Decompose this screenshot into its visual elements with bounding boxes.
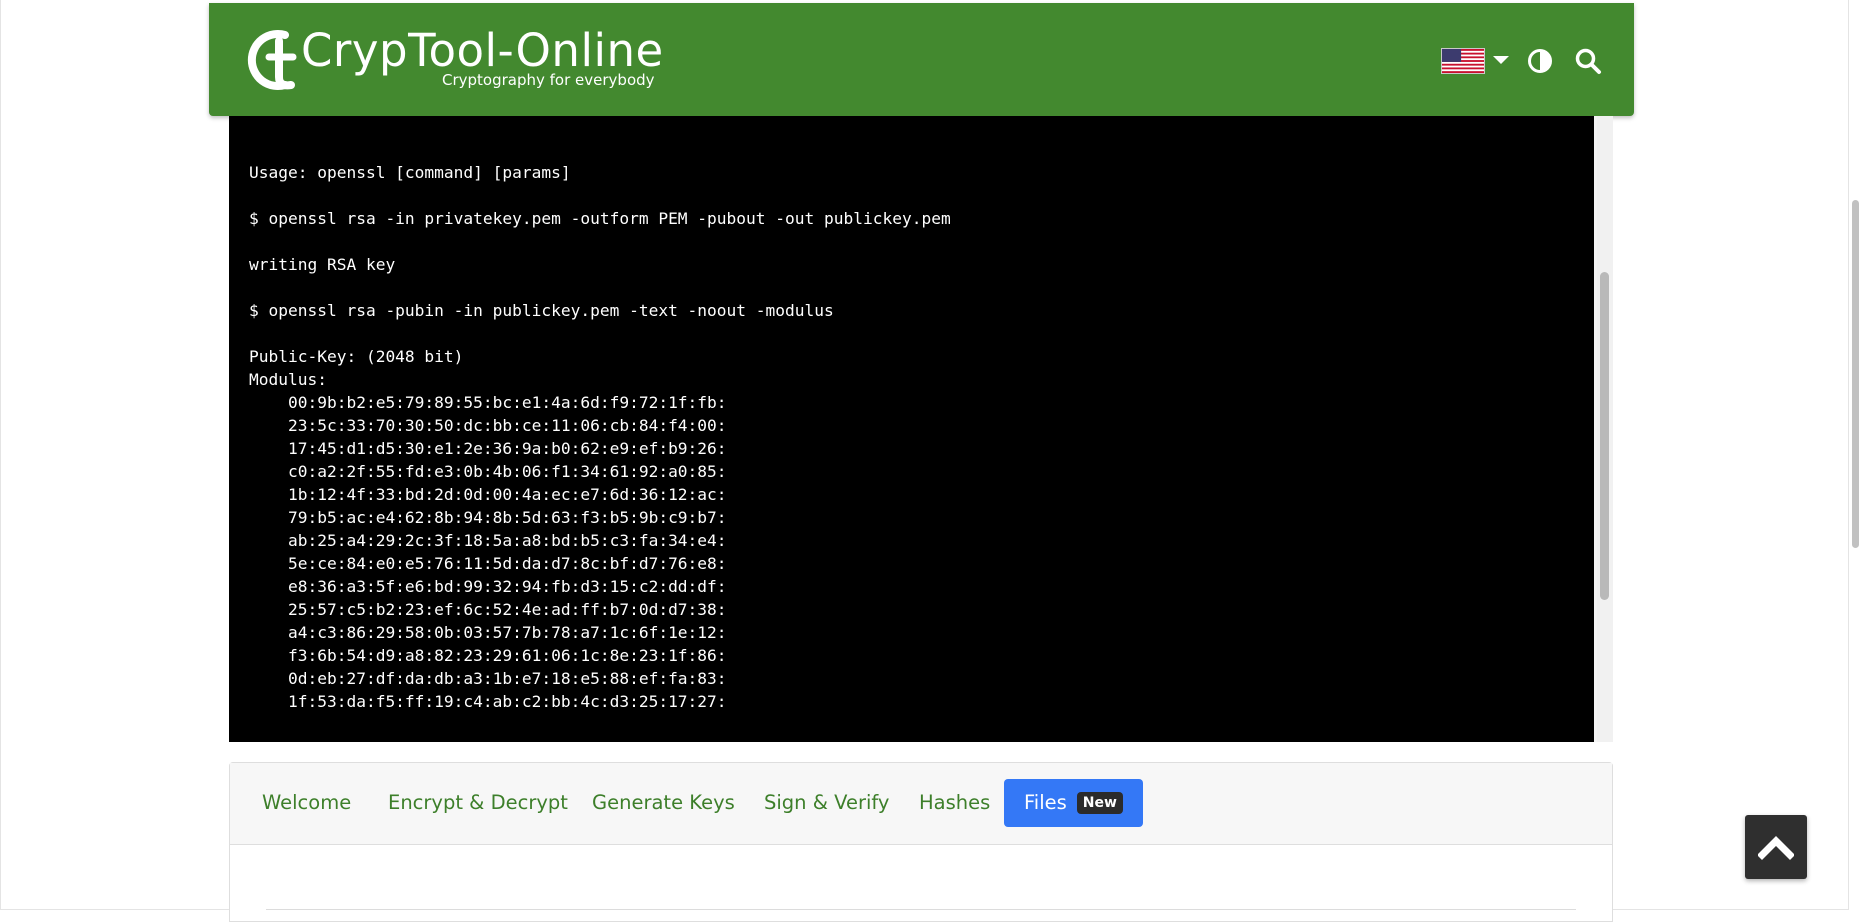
terminal-line: $ openssl rsa -in privatekey.pem -outfor… [249, 209, 951, 228]
tab-panel: Welcome Encrypt & Decrypt Generate Keys … [229, 762, 1613, 922]
us-flag-icon [1441, 48, 1485, 74]
terminal-panel: Usage: openssl [command] [params] $ open… [229, 116, 1613, 742]
terminal-line: 00:9b:b2:e5:79:89:55:bc:e1:4a:6d:f9:72:1… [249, 393, 727, 412]
tab-bar: Welcome Encrypt & Decrypt Generate Keys … [230, 763, 1612, 845]
tab-hashes[interactable]: Hashes [919, 779, 990, 827]
brand-title[interactable]: CrypTool-Online [301, 23, 664, 78]
terminal-line: a4:c3:86:29:58:0b:03:57:7b:78:a7:1c:6f:1… [249, 623, 727, 642]
terminal-line: e8:36:a3:5f:e6:bd:99:32:94:fb:d3:15:c2:d… [249, 577, 727, 596]
tab-welcome[interactable]: Welcome [262, 779, 351, 827]
terminal-line: c0:a2:2f:55:fd:e3:0b:4b:06:f1:34:61:92:a… [249, 462, 727, 481]
tab-generate-keys[interactable]: Generate Keys [592, 779, 735, 827]
terminal-line: $ openssl rsa -pubin -in publickey.pem -… [249, 301, 834, 320]
chevron-down-icon [1493, 56, 1509, 64]
terminal-line: 0d:eb:27:df:da:db:a3:1b:e7:18:e5:88:ef:f… [249, 669, 727, 688]
terminal-line: writing RSA key [249, 255, 396, 274]
chevron-up-icon [1758, 836, 1794, 860]
terminal-scrollbar-thumb[interactable] [1600, 272, 1609, 600]
terminal-line: 5e:ce:84:e0:e5:76:11:5d:da:d7:8c:bf:d7:7… [249, 554, 727, 573]
terminal-line: Modulus: [249, 370, 327, 389]
search-icon[interactable] [1574, 47, 1602, 75]
site-header: CrypTool-Online Cryptography for everybo… [209, 3, 1634, 116]
cryptool-logo-icon[interactable] [235, 27, 311, 93]
contrast-icon[interactable] [1527, 48, 1553, 74]
tab-files-label: Files [1024, 791, 1067, 814]
terminal-line: 17:45:d1:d5:30:e1:2e:36:9a:b0:62:e9:ef:b… [249, 439, 727, 458]
terminal-line: 1f:53:da:f5:ff:19:c4:ab:c2:bb:4c:d3:25:1… [249, 692, 727, 711]
page-scrollbar-thumb[interactable] [1852, 200, 1859, 548]
terminal-line: 23:5c:33:70:30:50:dc:bb:ce:11:06:cb:84:f… [249, 416, 727, 435]
language-select[interactable] [1441, 45, 1511, 75]
new-badge: New [1076, 791, 1123, 814]
terminal-text: Usage: openssl [command] [params] $ open… [249, 161, 951, 713]
terminal-line: ab:25:a4:29:2c:3f:18:5a:a8:bd:b5:c3:fa:3… [249, 531, 727, 550]
back-to-top-button[interactable] [1745, 815, 1807, 879]
terminal-output[interactable]: Usage: openssl [command] [params] $ open… [229, 116, 1594, 742]
terminal-line: Public-Key: (2048 bit) [249, 347, 464, 366]
terminal-line: Usage: openssl [command] [params] [249, 163, 571, 182]
terminal-line: 25:57:c5:b2:23:ef:6c:52:4e:ad:ff:b7:0d:d… [249, 600, 727, 619]
terminal-line: f3:6b:54:d9:a8:82:23:29:61:06:1c:8e:23:1… [249, 646, 727, 665]
tab-encrypt-decrypt[interactable]: Encrypt & Decrypt [388, 779, 568, 827]
terminal-line: 1b:12:4f:33:bd:2d:0d:00:4a:ec:e7:6d:36:1… [249, 485, 727, 504]
brand-subtitle: Cryptography for everybody [442, 71, 655, 89]
terminal-line: 79:b5:ac:e4:62:8b:94:8b:5d:63:f3:b5:9b:c… [249, 508, 727, 527]
tab-files[interactable]: Files New [1004, 779, 1143, 827]
tab-sign-verify[interactable]: Sign & Verify [764, 779, 889, 827]
